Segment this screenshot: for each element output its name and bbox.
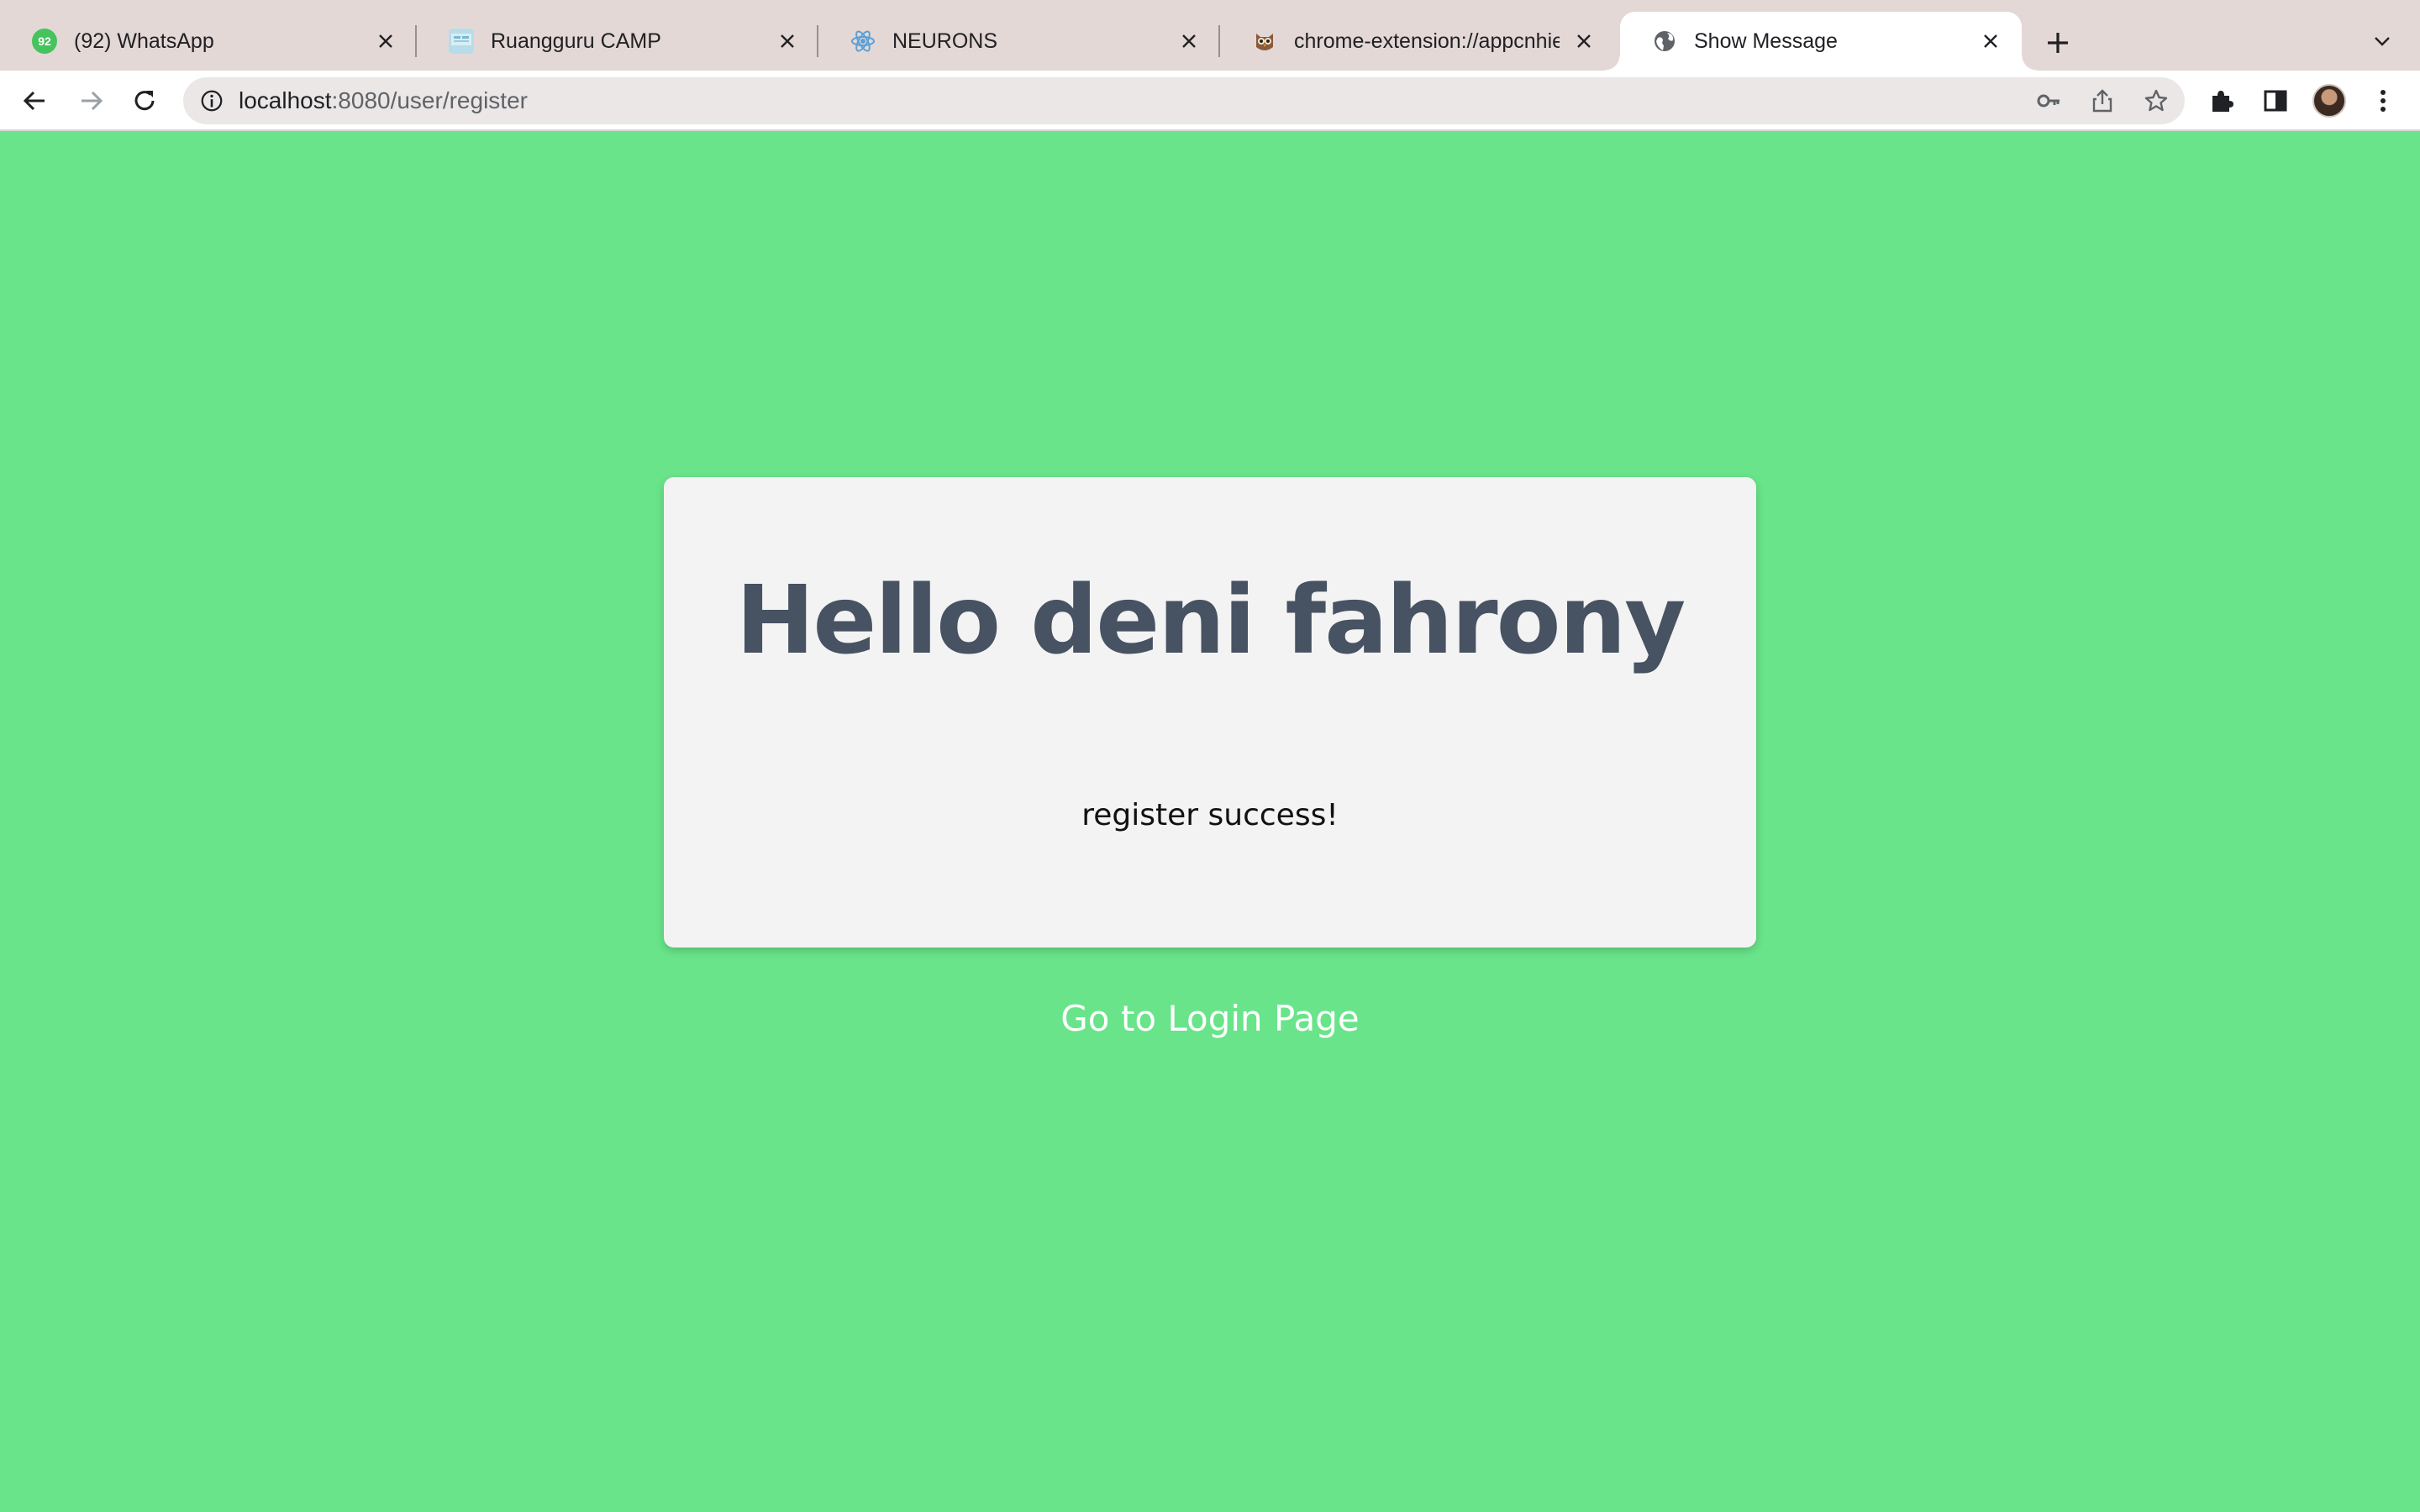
url-host: localhost: [239, 87, 332, 113]
plus-icon: [2048, 33, 2068, 53]
tab-strip: 92 (92) WhatsApp Ruangguru CAMP NEURONS …: [0, 0, 2420, 71]
globe-icon: [1652, 29, 1677, 54]
password-key-icon[interactable]: [2033, 86, 2064, 116]
tab-chrome-extension[interactable]: chrome-extension://appcnhiefc: [1220, 12, 1615, 71]
tab-title: NEURONS: [892, 29, 998, 53]
back-arrow-icon: [23, 91, 45, 111]
close-icon[interactable]: [1978, 29, 2003, 54]
more-vert-icon: [2381, 90, 2386, 112]
tab-whatsapp[interactable]: 92 (92) WhatsApp: [0, 12, 417, 71]
close-icon[interactable]: [373, 29, 398, 54]
menu-button[interactable]: [2365, 82, 2402, 119]
url-path: :8080/user/register: [331, 87, 528, 113]
close-icon[interactable]: [1571, 29, 1597, 54]
profile-avatar[interactable]: [2312, 84, 2346, 118]
url-text[interactable]: localhost:8080/user/register: [239, 77, 528, 124]
tab-ruangguru-camp[interactable]: Ruangguru CAMP: [417, 12, 818, 71]
puzzle-icon: [2212, 91, 2233, 112]
tab-title: Ruangguru CAMP: [491, 29, 661, 53]
chevron-down-icon: [2375, 37, 2390, 46]
tab-show-message[interactable]: Show Message: [1605, 12, 2037, 71]
close-icon[interactable]: [1176, 29, 1202, 54]
extensions-button[interactable]: [2203, 82, 2240, 119]
forward-button[interactable]: [72, 82, 109, 119]
share-icon[interactable]: [2087, 86, 2118, 116]
side-panel-button[interactable]: [2257, 82, 2294, 119]
address-bar[interactable]: localhost:8080/user/register: [183, 77, 2185, 124]
close-icon[interactable]: [775, 29, 800, 54]
forward-arrow-icon: [82, 91, 103, 111]
tab-title: Show Message: [1694, 29, 1838, 53]
neurons-icon: [850, 29, 876, 54]
greeting-heading: Hello deni fahrony: [735, 566, 1686, 675]
side-panel-icon: [2264, 90, 2287, 112]
ruangguru-camp-icon: [449, 29, 474, 54]
site-info-icon[interactable]: [198, 87, 225, 114]
status-message: register success!: [1081, 798, 1339, 832]
reload-icon: [134, 91, 155, 111]
owl-extension-icon: [1252, 29, 1277, 54]
browser-toolbar: localhost:8080/user/register: [0, 71, 2420, 131]
whatsapp-badge: 92: [38, 34, 51, 48]
message-card: Hello deni fahrony register success!: [664, 477, 1756, 948]
tab-title: (92) WhatsApp: [74, 29, 214, 53]
login-page-link[interactable]: Go to Login Page: [1000, 998, 1420, 1039]
reload-button[interactable]: [126, 82, 163, 119]
new-tab-button[interactable]: [2040, 25, 2075, 60]
bookmark-star-icon[interactable]: [2141, 86, 2171, 116]
tab-title: chrome-extension://appcnhiefc: [1294, 29, 1560, 53]
whatsapp-icon: 92: [32, 29, 57, 54]
tab-neurons[interactable]: NEURONS: [818, 12, 1220, 71]
back-button[interactable]: [17, 82, 54, 119]
tab-search-button[interactable]: [2368, 27, 2396, 55]
